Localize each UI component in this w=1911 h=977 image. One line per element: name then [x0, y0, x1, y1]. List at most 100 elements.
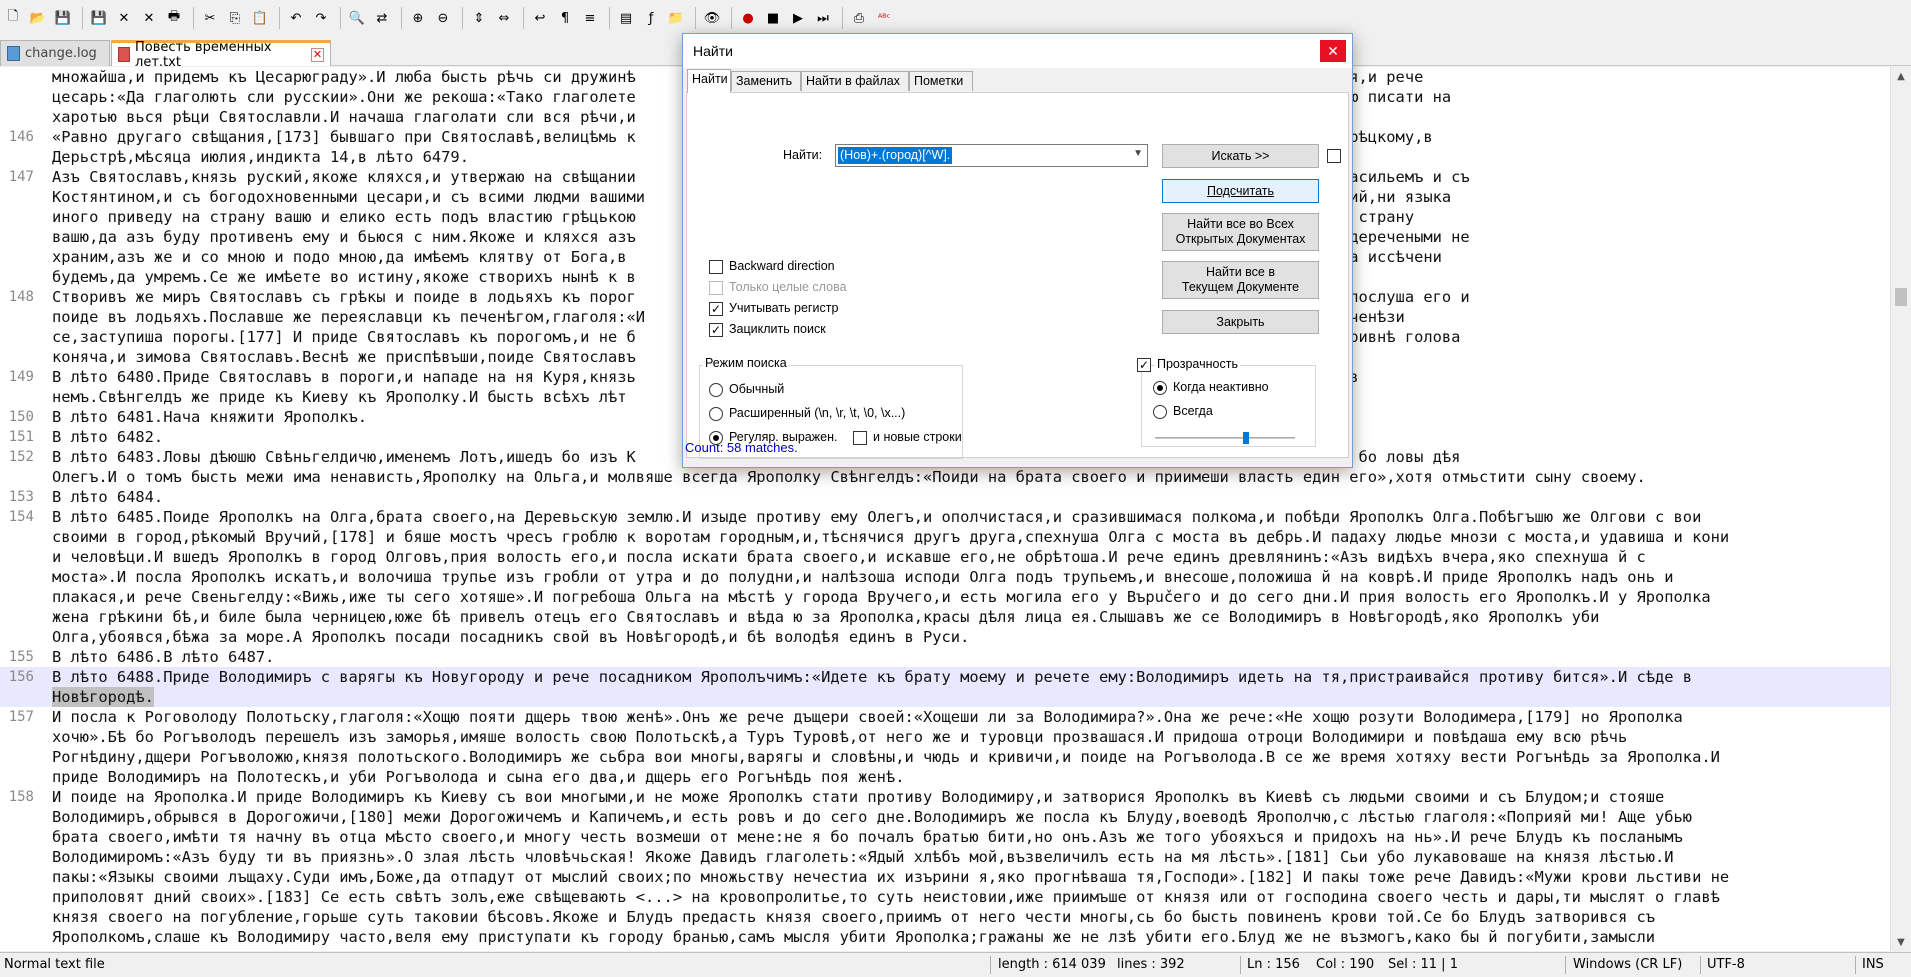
transparency-slider-track[interactable] [1155, 437, 1295, 439]
transparency-checkbox[interactable]: ✓ [1137, 358, 1151, 372]
doc-map-icon[interactable]: ▤ [615, 7, 637, 29]
scrollbar-thumb[interactable] [1895, 288, 1907, 306]
zoom-out-icon[interactable]: ⊖ [432, 7, 454, 29]
tab-change-log[interactable]: change.log [0, 40, 110, 66]
text-line-156[interactable]: 156 В лѣто 6488.Приде Володимиръ с варягы… [0, 667, 1890, 687]
line-text: Новѣгородѣ. [52, 687, 154, 707]
sync-v-icon[interactable]: ⇕ [468, 7, 490, 29]
newline-checkbox[interactable] [853, 431, 867, 445]
text-line-wrap[interactable]: Ярополкомъ,слаше къ Володимиру часто,вел… [0, 927, 1890, 947]
word-wrap-icon[interactable]: ↩ [529, 7, 551, 29]
paste-icon[interactable]: 📋 [249, 7, 271, 29]
line-text: приде Володимиръ на Полотескъ,и уби Рогъ… [52, 768, 905, 786]
record-macro-icon[interactable]: ● [737, 7, 759, 29]
text-line-wrap[interactable]: князя своего на погубление,горьше суть т… [0, 907, 1890, 927]
text-line-155[interactable]: 155 В лѣто 6486.В лѣто 6487. [0, 647, 1890, 667]
text-line-158[interactable]: 158 И поиде на Ярополка.И приде Володимир… [0, 787, 1890, 807]
text-line-wrap[interactable]: плакася,и рече Свеньгелду:«Вижь,иже ты с… [0, 587, 1890, 607]
text-line-153[interactable]: 153 В лѣто 6484. [0, 487, 1890, 507]
text-line-wrap[interactable]: хочю».Бѣ бо Рогъволодъ перешелъ изъ замо… [0, 727, 1890, 747]
redo-icon[interactable]: ↷ [310, 7, 332, 29]
find-next-inline-checkbox[interactable] [1327, 149, 1341, 163]
find-next-button[interactable]: Искать >> [1162, 144, 1319, 168]
function-list-icon[interactable]: ƒ [640, 7, 662, 29]
find-icon[interactable]: 🔍 [346, 7, 368, 29]
close-tab-icon[interactable]: ✕ [311, 47, 324, 62]
count-button[interactable]: Подсчитать [1162, 179, 1319, 203]
text-line-wrap[interactable]: и человѣци.И вшедъ Ярополкъ в город Олго… [0, 547, 1890, 567]
text-line-wrap[interactable]: моста».И посла Ярополкъ искатъ,и волочиш… [0, 567, 1890, 587]
find-dialog: Найти ✕ Найти Заменить Найти в файлах По… [682, 33, 1353, 468]
folder-workspace-icon[interactable]: 📁 [665, 7, 687, 29]
mode-extended-radio[interactable] [709, 407, 723, 421]
save-all-icon[interactable]: 💾 [88, 7, 110, 29]
transparency-slider-thumb[interactable] [1243, 432, 1249, 444]
close-icon[interactable]: ✕ [113, 7, 135, 29]
wrap-around-checkbox[interactable]: ✓ [709, 323, 723, 337]
undo-icon[interactable]: ↶ [285, 7, 307, 29]
open-file-icon[interactable]: 📂 [27, 7, 49, 29]
match-case-checkbox[interactable]: ✓ [709, 302, 723, 316]
wrap-around-label: Зациклить поиск [729, 322, 826, 336]
stop-macro-icon[interactable]: ■ [762, 7, 784, 29]
new-file-icon[interactable]: 🗋 [2, 7, 24, 29]
indent-guide-icon[interactable]: ≡ [579, 7, 601, 29]
text-line-wrap[interactable]: приде Володимиръ на Полотескъ,и уби Рогъ… [0, 767, 1890, 787]
print-icon[interactable]: 🖶 [163, 7, 185, 29]
text-line-wrap[interactable]: Олга,убоявся,бѣжа за море.А Ярополкъ пос… [0, 627, 1890, 647]
run-macro-icon[interactable]: ⏭ [812, 7, 834, 29]
backward-checkbox[interactable] [709, 260, 723, 274]
text-line-wrap[interactable]: Володимиръ,обрывся в Дорогожичи,[180] ме… [0, 807, 1890, 827]
text-line-wrap[interactable]: Новѣгородѣ. [0, 687, 1890, 707]
save-icon[interactable]: 💾 [52, 7, 74, 29]
chevron-down-icon[interactable]: ▼ [1133, 148, 1143, 159]
text-line-wrap[interactable]: жена грѣкини бѣ,и биле была черницею,юже… [0, 607, 1890, 627]
close-button[interactable]: Закрыть [1162, 310, 1319, 334]
line-number: 157 [8, 709, 34, 725]
transparency-inactive-radio[interactable] [1153, 381, 1167, 395]
text-line-154[interactable]: 154 В лѣто 6485.Поиде Ярополкъ на Олга,бр… [0, 507, 1890, 527]
text-line-wrap[interactable]: своими в город,рѣкомый Вручий,[178] и бя… [0, 527, 1890, 547]
show-all-chars-icon[interactable]: ¶ [554, 7, 576, 29]
find-all-current-doc-button[interactable]: Найти все в Текущем Документе [1162, 261, 1319, 299]
text-line-157[interactable]: 157 И посла к Роговолоду Полотьску,глагол… [0, 707, 1890, 727]
tab-replace[interactable]: Заменить [731, 71, 801, 91]
scroll-down-icon[interactable]: ▼ [1891, 933, 1911, 951]
dialog-title: Найти [683, 34, 1352, 68]
text-line-wrap[interactable]: пакы:«Языкы своими лъщаху.Суди имъ,Боже,… [0, 867, 1890, 887]
whole-word-checkbox[interactable] [709, 281, 723, 295]
transparency-always-radio[interactable] [1153, 405, 1167, 419]
text-line-wrap[interactable]: Володимиромъ:«Азъ буду ти въ приязнь».О … [0, 847, 1890, 867]
text-line-wrap[interactable]: Олегъ.И о томъ бысть межи има ненависть,… [0, 467, 1890, 487]
tab-find[interactable]: Найти [687, 69, 731, 93]
text-line-wrap[interactable]: приполовят дний своих».[183] Се есть свѣ… [0, 887, 1890, 907]
spell-check-icon[interactable]: ᴬᴮᶜ [873, 7, 895, 29]
sync-h-icon[interactable]: ⇔ [493, 7, 515, 29]
line-number: 147 [8, 169, 34, 185]
text-line-wrap[interactable]: брата своего,имѣти тя начну въ отца мѣст… [0, 827, 1890, 847]
save-macro-icon[interactable]: ⎙ [848, 7, 870, 29]
find-input[interactable]: (Нов)+.(город)[^W]. ▼ [835, 144, 1148, 167]
line-number: 158 [8, 789, 34, 805]
play-macro-icon[interactable]: ▶ [787, 7, 809, 29]
tab-mark[interactable]: Пометки [909, 71, 973, 91]
tab-povest[interactable]: Повесть временных лет.txt ✕ [111, 40, 331, 70]
cut-icon[interactable]: ✂ [199, 7, 221, 29]
replace-icon[interactable]: ⇄ [371, 7, 393, 29]
tab-find-in-files[interactable]: Найти в файлах [801, 71, 909, 91]
text-line-wrap[interactable]: Рогнѣдину,дщери Рогъволожю,князя полотьс… [0, 747, 1890, 767]
copy-icon[interactable]: ⎘ [224, 7, 246, 29]
zoom-in-icon[interactable]: ⊕ [407, 7, 429, 29]
mode-normal-radio[interactable] [709, 383, 723, 397]
find-all-open-docs-button[interactable]: Найти все во Всех Открытых Документах [1162, 213, 1319, 251]
line-number: 148 [8, 289, 34, 305]
scroll-up-icon[interactable]: ▲ [1891, 67, 1911, 85]
vertical-scrollbar[interactable]: ▲ ▼ [1890, 67, 1911, 951]
close-icon[interactable]: ✕ [1320, 40, 1346, 62]
mode-extended-label: Расширенный (\n, \r, \t, \0, \x...) [729, 406, 906, 420]
transparency-title: Прозрачность [1155, 357, 1240, 371]
status-message: Count: 58 matches. [685, 440, 798, 455]
close-all-icon[interactable]: ✕ [138, 7, 160, 29]
monitor-icon[interactable]: 👁 [701, 7, 723, 29]
transparency-always-label: Всегда [1173, 404, 1213, 418]
